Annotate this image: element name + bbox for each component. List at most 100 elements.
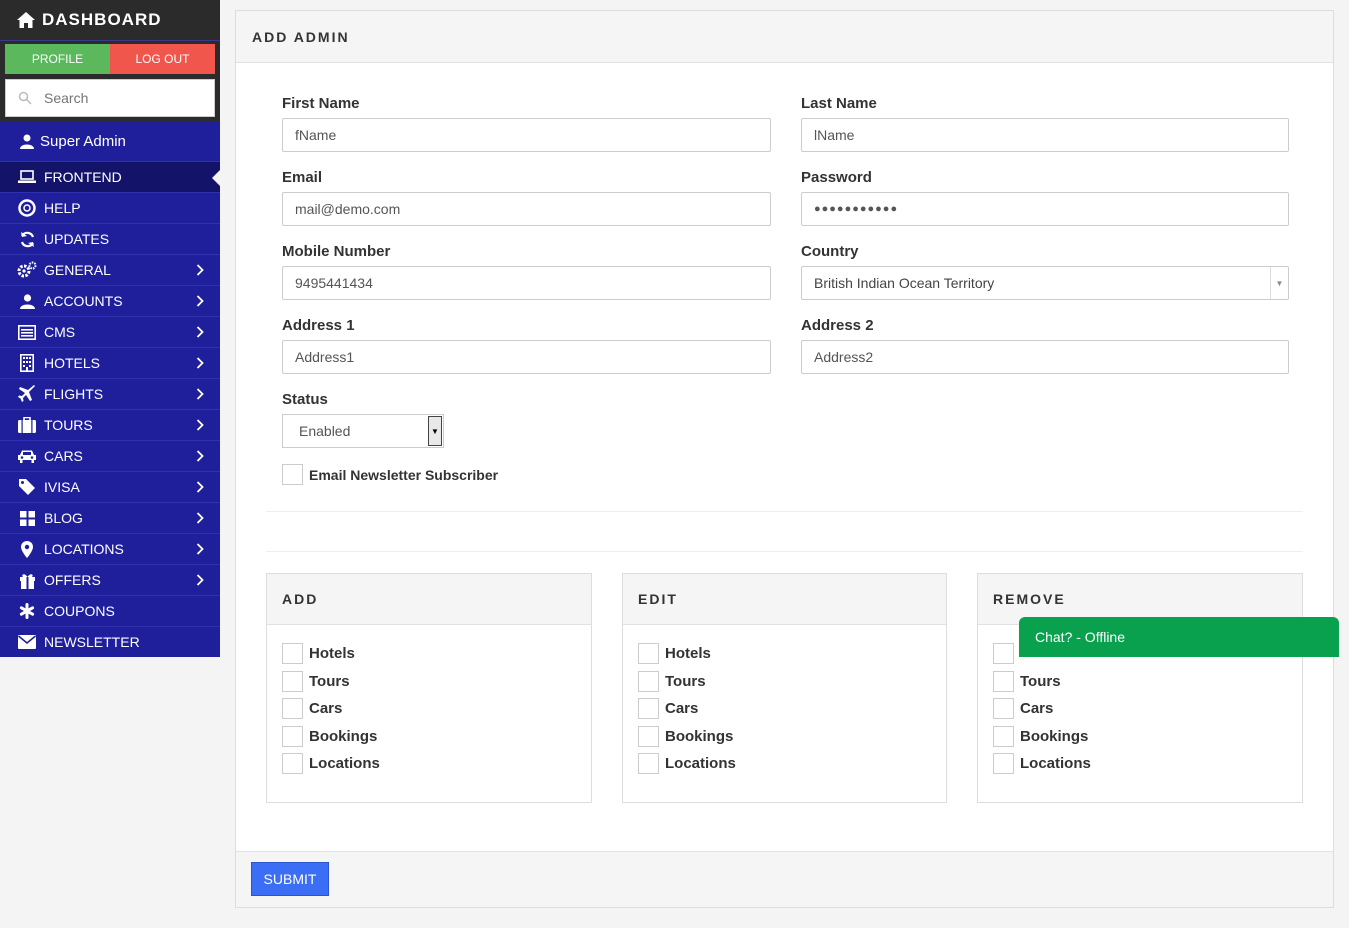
permission-label: Locations (309, 755, 380, 773)
laptop-icon (16, 170, 38, 184)
status-select[interactable]: Enabled ▼ (282, 414, 444, 448)
refresh-icon (16, 231, 38, 248)
sidebar-item-coupons[interactable]: COUPONS (0, 595, 220, 626)
sidebar-item-general[interactable]: GENERAL (0, 254, 220, 285)
divider (266, 511, 1303, 512)
permission-checkbox[interactable] (638, 698, 659, 720)
permission-item: Tours (638, 668, 946, 696)
sidebar-item-frontend[interactable]: FRONTEND (0, 161, 220, 192)
sidebar-item-updates[interactable]: UPDATES (0, 223, 220, 254)
add-admin-panel: ADD ADMIN First Name fName Last Name lNa… (235, 10, 1334, 908)
permission-checkbox[interactable] (282, 725, 303, 747)
profile-button[interactable]: PROFILE (5, 44, 110, 74)
email-input[interactable]: mail@demo.com (282, 192, 771, 226)
permission-checkbox[interactable] (282, 698, 303, 720)
status-value: Enabled (299, 423, 351, 439)
submit-button[interactable]: SUBMIT (251, 862, 329, 896)
permissions-add-title: ADD (267, 574, 591, 625)
permission-label: Tours (309, 672, 350, 690)
permission-checkbox[interactable] (282, 753, 303, 775)
sidebar-item-label: COUPONS (44, 603, 115, 619)
sidebar-item-label: HELP (44, 200, 81, 216)
address1-input[interactable]: Address1 (282, 340, 771, 374)
permission-label: Bookings (1020, 727, 1089, 745)
logout-button[interactable]: LOG OUT (110, 44, 215, 74)
sidebar-item-help[interactable]: HELP (0, 192, 220, 223)
sidebar-item-offers[interactable]: OFFERS (0, 564, 220, 595)
country-label: Country (801, 243, 859, 260)
permission-label: Cars (1020, 700, 1054, 718)
sidebar-item-locations[interactable]: LOCATIONS (0, 533, 220, 564)
permission-item: Hotels (638, 640, 946, 668)
sidebar-item-newsletter[interactable]: NEWSLETTER (0, 626, 220, 657)
sidebar-item-label: CMS (44, 324, 76, 340)
address1-label: Address 1 (282, 317, 355, 334)
permissions-edit-title: EDIT (623, 574, 946, 625)
search-wrapper (0, 74, 220, 121)
sidebar-item-label: GENERAL (44, 262, 111, 278)
chevron-right-icon (196, 356, 204, 372)
first-name-input[interactable]: fName (282, 118, 771, 152)
address2-input[interactable]: Address2 (801, 340, 1289, 374)
mobile-label: Mobile Number (282, 243, 391, 260)
permission-checkbox[interactable] (638, 643, 659, 665)
address2-label: Address 2 (801, 317, 874, 334)
permissions-remove: REMOVE Tours Cars Bookings Locations (977, 573, 1303, 803)
permission-item: Bookings (638, 723, 946, 751)
permissions-edit-list: Hotels Tours Cars Bookings Locations (623, 625, 946, 778)
newsletter-checkbox[interactable] (282, 464, 303, 485)
sidebar-item-label: LOCATIONS (44, 541, 124, 557)
sidebar-item-hotels[interactable]: HOTELS (0, 347, 220, 378)
plane-icon (16, 385, 38, 403)
car-icon (16, 449, 38, 464)
gift-icon (16, 572, 38, 589)
country-select[interactable]: British Indian Ocean Territory ▼ (801, 266, 1289, 300)
permission-checkbox[interactable] (638, 753, 659, 775)
sidebar-item-ivisa[interactable]: IVISA (0, 471, 220, 502)
permission-checkbox[interactable] (993, 643, 1014, 665)
chevron-right-icon (196, 573, 204, 589)
sidebar-item-blog[interactable]: BLOG (0, 502, 220, 533)
last-name-input[interactable]: lName (801, 118, 1289, 152)
permission-checkbox[interactable] (638, 725, 659, 747)
permission-checkbox[interactable] (638, 670, 659, 692)
permissions-edit: EDIT Hotels Tours Cars Bookings Locations (622, 573, 947, 803)
permission-checkbox[interactable] (282, 643, 303, 665)
permission-checkbox[interactable] (282, 670, 303, 692)
permission-label: Locations (665, 755, 736, 773)
panel-title: ADD ADMIN (236, 11, 1333, 63)
sidebar-item-accounts[interactable]: ACCOUNTS (0, 285, 220, 316)
permission-label: Tours (1020, 672, 1061, 690)
sidebar-item-flights[interactable]: FLIGHTS (0, 378, 220, 409)
mobile-input[interactable]: 9495441434 (282, 266, 771, 300)
permission-item: Locations (993, 750, 1302, 778)
chevron-right-icon (196, 263, 204, 279)
panel-footer: SUBMIT (236, 851, 1333, 907)
search-input[interactable] (44, 90, 194, 106)
permission-checkbox[interactable] (993, 698, 1014, 720)
sidebar-item-label: UPDATES (44, 231, 110, 247)
sidebar-item-label: CARS (44, 448, 83, 464)
sidebar-item-tours[interactable]: TOURS (0, 409, 220, 440)
chevron-down-icon: ▼ (1270, 267, 1288, 299)
current-user[interactable]: Super Admin (0, 121, 220, 161)
sidebar-item-cms[interactable]: CMS (0, 316, 220, 347)
permission-checkbox[interactable] (993, 753, 1014, 775)
chat-widget[interactable]: Chat? - Offline (1019, 617, 1339, 657)
list-icon (16, 324, 38, 340)
chevron-right-icon (196, 511, 204, 527)
password-input[interactable]: ●●●●●●●●●●● (801, 192, 1289, 226)
brand-title: DASHBOARD (42, 10, 162, 29)
permission-checkbox[interactable] (993, 725, 1014, 747)
dashboard-link[interactable]: DASHBOARD (0, 0, 220, 41)
permission-checkbox[interactable] (993, 670, 1014, 692)
chevron-right-icon (196, 480, 204, 496)
asterisk-icon (16, 603, 38, 619)
grid-icon (16, 510, 38, 526)
sidebar-item-cars[interactable]: CARS (0, 440, 220, 471)
sidebar-item-label: ACCOUNTS (44, 293, 123, 309)
permission-label: Cars (665, 700, 699, 718)
permission-label: Hotels (665, 645, 711, 663)
chevron-right-icon (196, 542, 204, 558)
permission-item: Bookings (993, 723, 1302, 751)
